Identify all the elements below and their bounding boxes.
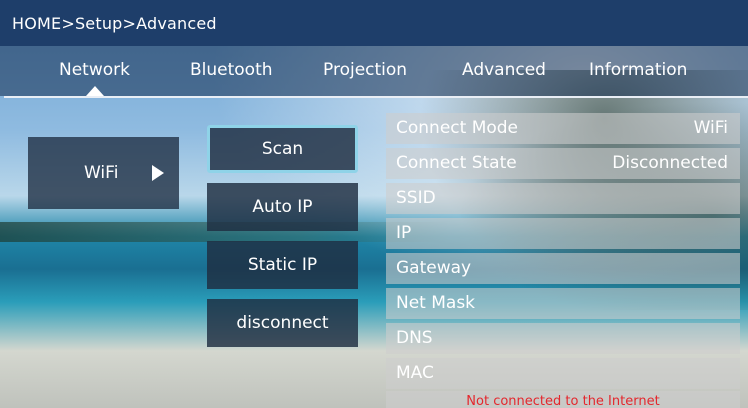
info-label: Connect Mode [396,118,519,138]
info-label: Gateway [396,258,472,278]
tab-bar: Network Bluetooth Projection Advanced In… [0,46,748,96]
info-row-mac: MAC [386,358,740,389]
scan-button[interactable]: Scan [207,125,358,173]
sidebar-item-label: WiFi [84,163,119,183]
auto-ip-button[interactable]: Auto IP [207,183,358,231]
tab-bluetooth[interactable]: Bluetooth [190,60,273,80]
info-label: DNS [396,328,433,348]
breadcrumb-bar: HOME>Setup>Advanced [0,0,748,46]
static-ip-button[interactable]: Static IP [207,241,358,289]
tab-projection[interactable]: Projection [323,60,407,80]
info-label: MAC [396,363,434,383]
chevron-right-icon [152,165,164,181]
info-label: IP [396,223,412,243]
tab-underline [4,96,748,98]
info-row-net-mask: Net Mask [386,288,740,319]
info-label: SSID [396,188,436,208]
info-row-ip: IP [386,218,740,249]
sidebar-item-wifi[interactable]: WiFi [28,137,179,209]
info-row-gateway: Gateway [386,253,740,284]
info-row-ssid: SSID [386,183,740,214]
info-value: WiFi [693,118,728,138]
breadcrumb: HOME>Setup>Advanced [12,14,217,33]
info-value: Disconnected [612,153,728,173]
info-row-connect-state: Connect State Disconnected [386,148,740,179]
info-row-connect-mode: Connect Mode WiFi [386,113,740,144]
tab-information[interactable]: Information [589,60,687,80]
info-label: Connect State [396,153,517,173]
info-label: Net Mask [396,293,476,313]
tab-advanced[interactable]: Advanced [462,60,546,80]
status-message: Not connected to the Internet [386,391,740,408]
info-row-dns: DNS [386,323,740,354]
selected-tab-indicator-icon [86,86,104,96]
disconnect-button[interactable]: disconnect [207,299,358,347]
tab-network[interactable]: Network [59,60,130,80]
